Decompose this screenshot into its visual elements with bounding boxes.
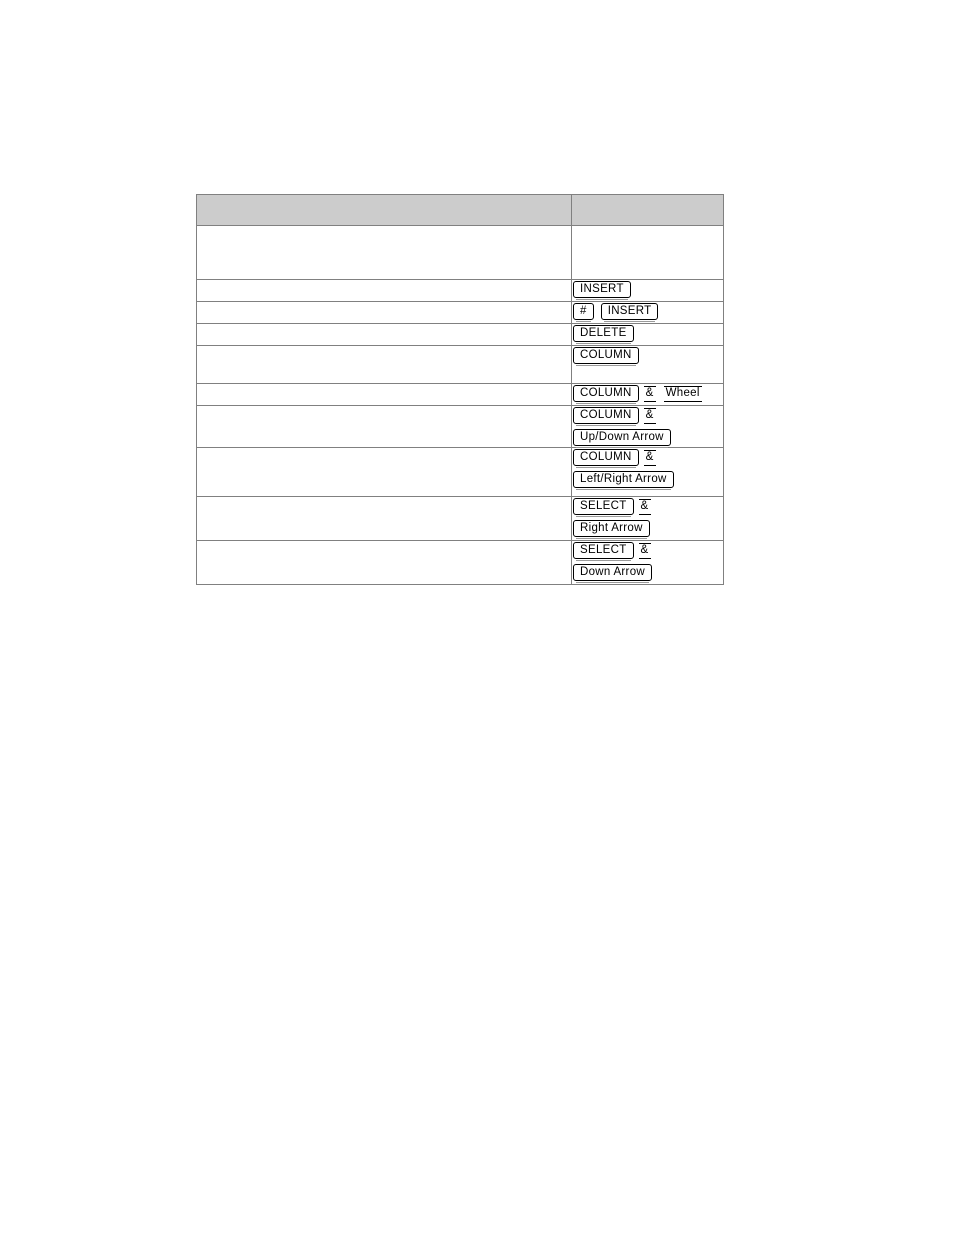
shortcut-action-text <box>197 324 571 325</box>
key-cap: COLUMN <box>573 347 639 367</box>
key-connector: & <box>638 498 651 515</box>
table-row: COLUMN & Wheel <box>196 383 724 406</box>
key-cap: INSERT <box>573 281 631 301</box>
shortcut-action-cell <box>196 447 572 497</box>
shortcut-action-text <box>197 406 571 407</box>
key-combination-line: COLUMN <box>572 346 723 367</box>
shortcut-action-cell <box>196 496 572 541</box>
key-combination-line: SELECT & <box>572 541 723 562</box>
column-header-keys-label <box>572 195 723 216</box>
shortcut-action-cell <box>196 383 572 406</box>
table-row <box>196 225 724 280</box>
table-header-row <box>196 194 724 226</box>
table-body: INSERT # INSERT DELETE COLUMN COLUMN & Wheel COL… <box>196 225 724 585</box>
key-cap: Right Arrow <box>573 520 650 540</box>
key-cap: DELETE <box>573 325 634 345</box>
shortcut-keys-cell: SELECT & Down Arrow <box>571 540 724 585</box>
shortcut-action-cell <box>196 301 572 324</box>
key-connector: Wheel <box>663 385 702 402</box>
shortcut-action-cell <box>196 279 572 302</box>
column-header-action <box>196 194 572 226</box>
shortcut-action-cell <box>196 345 572 384</box>
key-cap: Down Arrow <box>573 564 652 584</box>
key-cap: COLUMN <box>573 407 639 427</box>
shortcut-action-text <box>197 346 571 347</box>
shortcut-keys-cell: COLUMN & Left/Right Arrow <box>571 447 724 497</box>
key-combination-line: Down Arrow <box>572 563 723 584</box>
shortcut-action-text <box>197 226 571 227</box>
shortcut-action-text <box>197 280 571 281</box>
key-cap: Left/Right Arrow <box>573 471 674 491</box>
key-combination-line: Up/Down Arrow <box>572 428 723 449</box>
shortcut-keys-cell <box>571 225 724 280</box>
table-row: COLUMN & Up/Down Arrow <box>196 405 724 449</box>
key-connector: & <box>638 542 651 559</box>
key-cap: SELECT <box>573 542 634 562</box>
key-combination-line: Left/Right Arrow <box>572 470 723 491</box>
shortcut-action-text <box>197 497 571 498</box>
keyboard-shortcut-table: INSERT # INSERT DELETE COLUMN COLUMN & Wheel COL… <box>196 194 724 585</box>
shortcut-action-cell <box>196 540 572 585</box>
table-row: # INSERT <box>196 301 724 324</box>
shortcut-action-text <box>197 541 571 542</box>
table-row: DELETE <box>196 323 724 346</box>
shortcut-keys-cell: COLUMN & Wheel <box>571 383 724 406</box>
key-combination-line: COLUMN & <box>572 448 723 469</box>
table-row: INSERT <box>196 279 724 302</box>
key-cap: # <box>573 303 594 323</box>
shortcut-keys-cell: # INSERT <box>571 301 724 324</box>
key-cap: INSERT <box>600 303 659 323</box>
key-cap: Up/Down Arrow <box>573 429 671 449</box>
key-combination-line: DELETE <box>572 324 723 345</box>
key-combination-line: Right Arrow <box>572 519 723 540</box>
shortcut-action-cell <box>196 405 572 448</box>
shortcut-keys-cell: DELETE <box>571 323 724 346</box>
key-combination-line: INSERT <box>572 280 723 301</box>
table-header <box>196 194 724 226</box>
shortcut-action-text <box>197 302 571 303</box>
shortcut-action-cell <box>196 225 572 280</box>
key-cap: COLUMN <box>573 449 639 469</box>
shortcut-keys-cell: COLUMN <box>571 345 724 384</box>
key-connector: & <box>643 407 656 424</box>
key-combination-line: COLUMN & Wheel <box>572 384 723 405</box>
column-header-action-label <box>197 195 571 216</box>
shortcut-keys-cell: INSERT <box>571 279 724 302</box>
table-row: SELECT & Right Arrow <box>196 496 724 541</box>
shortcut-keys-cell: COLUMN & Up/Down Arrow <box>571 405 724 449</box>
shortcut-action-text <box>197 384 571 385</box>
table-row: SELECT & Down Arrow <box>196 540 724 585</box>
key-combination-line: SELECT & <box>572 497 723 518</box>
shortcut-action-cell <box>196 323 572 346</box>
key-cap: COLUMN <box>573 385 639 405</box>
key-combination-line: # INSERT <box>572 302 723 323</box>
table-row: COLUMN <box>196 345 724 384</box>
key-cap: SELECT <box>573 498 634 518</box>
shortcut-action-text <box>197 448 571 449</box>
column-header-keys <box>571 194 724 226</box>
document-page: INSERT # INSERT DELETE COLUMN COLUMN & Wheel COL… <box>0 0 954 1235</box>
key-combination-line: COLUMN & <box>572 406 723 427</box>
shortcut-keys-cell: SELECT & Right Arrow <box>571 496 724 541</box>
key-connector: & <box>643 449 656 466</box>
key-connector: & <box>643 385 656 402</box>
table-row: COLUMN & Left/Right Arrow <box>196 447 724 497</box>
